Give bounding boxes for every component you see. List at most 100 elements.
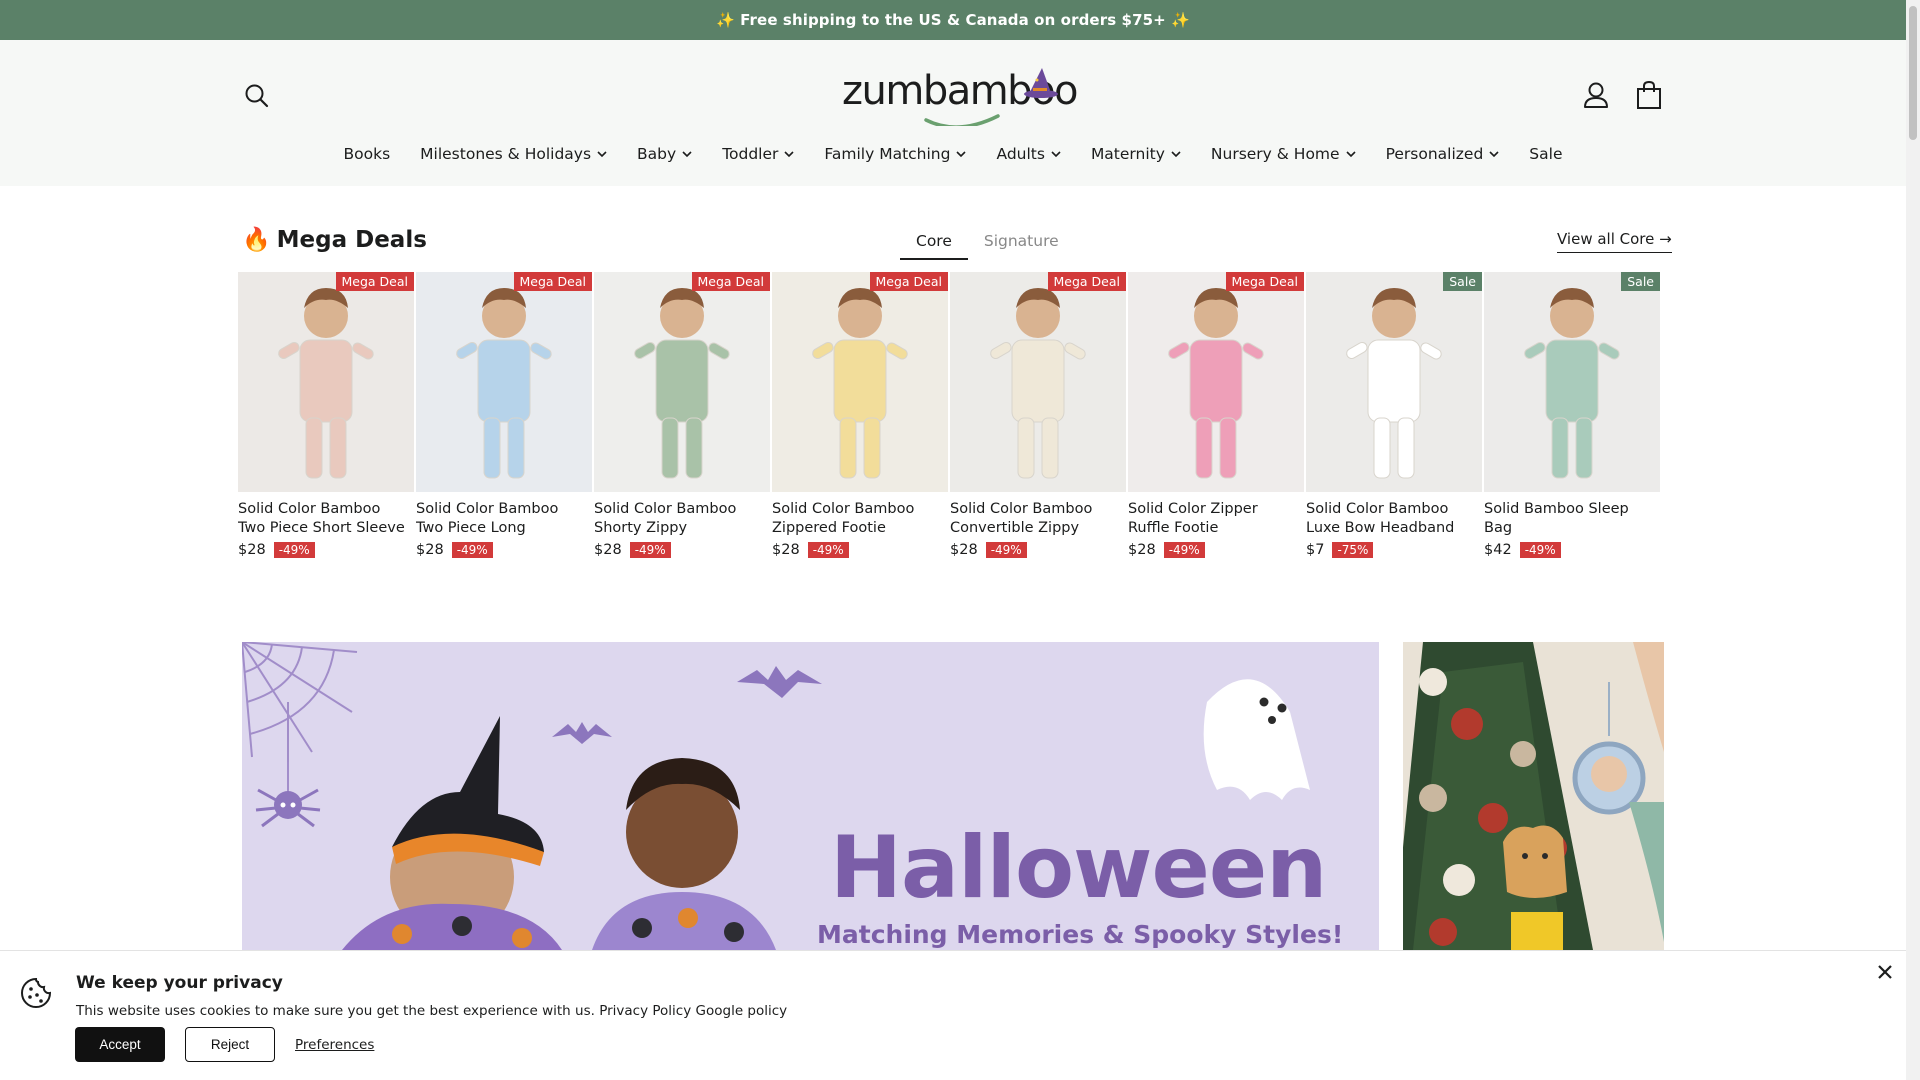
section-title-text: Mega Deals bbox=[276, 226, 427, 253]
close-icon[interactable] bbox=[1874, 961, 1896, 983]
product-image[interactable]: Mega Deal bbox=[772, 272, 948, 492]
product-image[interactable]: Sale bbox=[1306, 272, 1482, 492]
product-image[interactable]: Mega Deal bbox=[238, 272, 414, 492]
nav-item-sale[interactable]: Sale bbox=[1514, 145, 1577, 163]
product-name[interactable]: Solid Color Bamboo Luxe Bow Headband bbox=[1306, 500, 1484, 538]
hero-subtitle: Matching Memories & Spooky Styles! bbox=[817, 920, 1344, 949]
nav-item-toddler[interactable]: Toddler bbox=[707, 145, 809, 163]
product-card[interactable]: Mega Deal Solid Color Bamboo Shorty Zippy… bbox=[594, 272, 772, 558]
accept-button[interactable]: Accept bbox=[75, 1027, 165, 1062]
cart-icon bbox=[1637, 80, 1661, 109]
search-button[interactable] bbox=[243, 82, 271, 110]
product-name[interactable]: Solid Color Bamboo Convertible Zippy bbox=[950, 500, 1128, 538]
child-model-illustration bbox=[634, 288, 730, 479]
view-all-link[interactable]: View all Core → bbox=[1557, 230, 1672, 253]
ghost-icon bbox=[1203, 679, 1310, 800]
product-image[interactable]: Sale bbox=[1484, 272, 1660, 492]
discount-badge: -49% bbox=[1519, 542, 1561, 558]
product-name[interactable]: Solid Color Bamboo Shorty Zippy bbox=[594, 500, 772, 538]
nav-item-label: Maternity bbox=[1090, 145, 1165, 163]
child-model-illustration bbox=[1346, 288, 1442, 479]
product-badge: Mega Deal bbox=[1047, 272, 1126, 291]
announcement-bar: ✨ Free shipping to the US & Canada on or… bbox=[0, 0, 1906, 40]
nav-item-personalized[interactable]: Personalized bbox=[1371, 145, 1515, 163]
product-price-row: $28 -49% bbox=[950, 542, 1128, 558]
product-image[interactable]: Mega Deal bbox=[416, 272, 592, 492]
halloween-banner[interactable]: Halloween Matching Memories & Spooky Sty… bbox=[242, 642, 1379, 950]
product-badge: Sale bbox=[1443, 272, 1482, 291]
nav-item-label: Baby bbox=[637, 145, 677, 163]
google-policy-link[interactable]: Google policy bbox=[696, 1003, 788, 1019]
nav-item-nursery-home[interactable]: Nursery & Home bbox=[1196, 145, 1371, 163]
product-price: $28 bbox=[772, 542, 800, 558]
nav-item-maternity[interactable]: Maternity bbox=[1076, 145, 1196, 163]
product-card[interactable]: Mega Deal Solid Color Bamboo Convertible … bbox=[950, 272, 1128, 558]
privacy-policy-link[interactable]: Privacy Policy bbox=[599, 1003, 691, 1019]
product-card[interactable]: Mega Deal Solid Color Bamboo Zippered Foo… bbox=[772, 272, 950, 558]
product-name[interactable]: Solid Color Bamboo Zippered Footie Rompe… bbox=[772, 500, 950, 538]
discount-badge: -49% bbox=[985, 542, 1027, 558]
nav-item-label: Sale bbox=[1529, 145, 1563, 163]
nav-item-milestones-holidays[interactable]: Milestones & Holidays bbox=[405, 145, 622, 163]
product-name[interactable]: Solid Color Zipper Ruffle Footie bbox=[1128, 500, 1306, 538]
page-scrollbar[interactable] bbox=[1906, 0, 1920, 1080]
product-price: $42 bbox=[1484, 542, 1512, 558]
nav-item-books[interactable]: Books bbox=[329, 145, 406, 163]
tab-core[interactable]: Core bbox=[900, 228, 968, 260]
scrollbar-thumb[interactable] bbox=[1909, 6, 1917, 140]
product-card[interactable]: Mega Deal Solid Color Bamboo Two Piece Sh… bbox=[238, 272, 416, 558]
child-model-illustration bbox=[456, 288, 552, 479]
product-image[interactable]: Mega Deal bbox=[1128, 272, 1304, 492]
product-price-row: $42 -49% bbox=[1484, 542, 1662, 558]
nav-item-label: Toddler bbox=[722, 145, 779, 163]
reject-button[interactable]: Reject bbox=[185, 1027, 275, 1062]
cookie-text: This website uses cookies to make sure y… bbox=[76, 1003, 595, 1019]
girl-figure bbox=[342, 716, 562, 950]
nav-item-adults[interactable]: Adults bbox=[981, 145, 1075, 163]
cookie-banner: We keep your privacy This website uses c… bbox=[0, 950, 1906, 1080]
product-price: $28 bbox=[1128, 542, 1156, 558]
product-name[interactable]: Solid Color Bamboo Two Piece Long Sleeve… bbox=[416, 500, 594, 538]
child-model-illustration bbox=[990, 288, 1086, 479]
product-price-row: $7 -75% bbox=[1306, 542, 1484, 558]
product-card[interactable]: Sale Solid Bamboo Sleep Bag $42 -49% bbox=[1484, 272, 1662, 558]
chevron-down-icon bbox=[682, 150, 692, 157]
cookie-title: We keep your privacy bbox=[76, 973, 283, 993]
product-price: $28 bbox=[950, 542, 978, 558]
product-price: $28 bbox=[238, 542, 266, 558]
product-image[interactable]: Mega Deal bbox=[950, 272, 1126, 492]
discount-badge: -49% bbox=[629, 542, 671, 558]
child-model-illustration bbox=[278, 288, 374, 479]
nav-item-family-matching[interactable]: Family Matching bbox=[809, 145, 981, 163]
account-button[interactable] bbox=[1582, 80, 1610, 110]
product-name[interactable]: Solid Color Bamboo Two Piece Short Sleev… bbox=[238, 500, 416, 538]
product-badge: Mega Deal bbox=[513, 272, 592, 291]
announcement-text: ✨ Free shipping to the US & Canada on or… bbox=[716, 11, 1190, 29]
product-price: $28 bbox=[416, 542, 444, 558]
christmas-banner[interactable] bbox=[1403, 642, 1664, 950]
tab-signature[interactable]: Signature bbox=[968, 228, 1075, 260]
child-model-illustration bbox=[1168, 288, 1264, 479]
product-name[interactable]: Solid Bamboo Sleep Bag bbox=[1484, 500, 1662, 538]
product-carousel: Mega Deal Solid Color Bamboo Two Piece Sh… bbox=[238, 272, 1664, 558]
fire-icon: 🔥 bbox=[242, 227, 271, 253]
preferences-link[interactable]: Preferences bbox=[295, 1037, 374, 1053]
product-price-row: $28 -49% bbox=[1128, 542, 1306, 558]
product-card[interactable]: Mega Deal Solid Color Bamboo Two Piece Lo… bbox=[416, 272, 594, 558]
product-card[interactable]: Mega Deal Solid Color Zipper Ruffle Footi… bbox=[1128, 272, 1306, 558]
discount-badge: -49% bbox=[1163, 542, 1205, 558]
cart-button[interactable] bbox=[1636, 80, 1662, 110]
site-logo[interactable]: zumbamboo bbox=[838, 66, 1079, 126]
child-model-illustration bbox=[812, 288, 908, 479]
main-nav: Books Milestones & Holidays Baby Toddler Fam… bbox=[0, 136, 1906, 172]
product-badge: Mega Deal bbox=[335, 272, 414, 291]
chevron-down-icon bbox=[1051, 150, 1061, 157]
discount-badge: -49% bbox=[807, 542, 849, 558]
product-image[interactable]: Mega Deal bbox=[594, 272, 770, 492]
nav-item-baby[interactable]: Baby bbox=[622, 145, 707, 163]
product-badge: Mega Deal bbox=[869, 272, 948, 291]
christmas-tree-illustration bbox=[1403, 642, 1664, 950]
nav-item-label: Adults bbox=[996, 145, 1045, 163]
product-card[interactable]: Sale Solid Color Bamboo Luxe Bow Headband… bbox=[1306, 272, 1484, 558]
product-price: $7 bbox=[1306, 542, 1325, 558]
